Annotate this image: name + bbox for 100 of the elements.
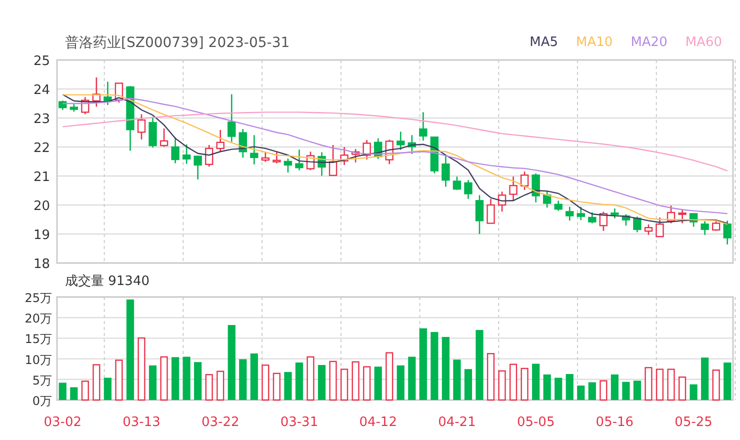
volume-bar [272, 372, 280, 401]
volume-bar [430, 332, 438, 400]
volume-bar [374, 366, 382, 400]
volume-bar [520, 368, 528, 401]
volume-bar [577, 386, 585, 400]
volume-bar [588, 382, 596, 400]
candlestick [554, 200, 562, 211]
legend-label: MA20 [630, 34, 668, 52]
candlestick [306, 152, 315, 170]
candlestick [295, 150, 304, 170]
axis-label: 5万 [32, 373, 52, 388]
volume-bar [318, 364, 326, 400]
volume-bar [464, 369, 472, 400]
volume-bar [148, 365, 157, 400]
volume-bar [92, 364, 100, 401]
volume-bar [115, 360, 123, 401]
candlestick [58, 100, 67, 110]
volume-bar [419, 328, 427, 400]
candlestick [588, 212, 596, 224]
candlestick [362, 140, 371, 160]
candlestick [318, 152, 326, 176]
axis-label: 03-02 [44, 415, 82, 430]
volume-bar [58, 382, 66, 400]
volume-bar [306, 356, 314, 401]
candlestick [644, 224, 653, 235]
volume-bar [476, 330, 484, 400]
volume-bar [363, 366, 371, 401]
volume-bar [284, 372, 292, 400]
volume-bar [205, 374, 213, 401]
axis-label: 25万 [24, 291, 52, 305]
candlestick [486, 198, 495, 224]
axis-label: 03-31 [280, 415, 318, 430]
candlestick [723, 220, 732, 244]
axis-label: 22 [33, 141, 50, 156]
candlestick [171, 137, 180, 164]
volume-bar [712, 370, 720, 401]
candlestick [137, 114, 146, 140]
volume-bar [408, 356, 416, 400]
volume-bar [622, 382, 630, 400]
volume-bar [262, 364, 270, 401]
candlestick [250, 135, 258, 164]
volume-bar [81, 380, 89, 401]
volume-bar [194, 362, 202, 400]
candlestick [408, 135, 416, 154]
volume-bar [396, 365, 404, 400]
axis-label: 05-16 [596, 415, 634, 430]
candlestick [182, 144, 191, 164]
candlestick [689, 213, 698, 227]
candlestick [666, 206, 676, 224]
volume-bar [498, 370, 506, 401]
axis-label: 05-25 [674, 415, 712, 430]
candlestick [396, 132, 405, 150]
candlestick [205, 144, 214, 167]
volume-bar [644, 367, 652, 401]
axis-label: 03-13 [122, 415, 160, 430]
volume-bar [600, 380, 608, 401]
volume-bar [239, 359, 247, 400]
volume-bar [216, 370, 224, 401]
candlestick [70, 104, 78, 112]
axis-label: 04-12 [359, 415, 397, 430]
axis-label: 18 [33, 257, 50, 270]
candlestick [261, 152, 270, 162]
volume-bar [701, 358, 709, 400]
volume-bar [250, 353, 258, 400]
candlestick [633, 216, 642, 232]
volume-bar [70, 387, 78, 400]
candlestick [340, 147, 348, 165]
candlestick [374, 138, 382, 159]
axis-label: 05-05 [516, 415, 555, 430]
candlestick [194, 156, 202, 180]
volume-bar [160, 356, 168, 401]
volume-bar [667, 368, 675, 401]
volume-bar [543, 374, 551, 400]
candlestick [610, 208, 619, 218]
volume-bar [442, 336, 450, 400]
volume-bar [295, 362, 304, 400]
axis-label: 21 [33, 170, 50, 185]
candlestick [498, 192, 506, 212]
candlestick [576, 206, 585, 220]
volume-bar [724, 362, 732, 400]
volume-bar [340, 368, 348, 401]
axis-label: 24 [33, 83, 50, 98]
volume-bar [678, 376, 686, 401]
volume-bar [329, 360, 337, 401]
candlestick [452, 176, 462, 190]
candlestick [543, 191, 552, 208]
candlestick [272, 152, 281, 164]
candlestick [351, 149, 360, 162]
legend-label: MA10 [576, 34, 613, 52]
volume-bar [486, 353, 495, 401]
candlestick [464, 180, 472, 199]
candlestick [328, 144, 338, 176]
volume-bar [690, 384, 698, 400]
volume-bar [633, 380, 642, 400]
axis-label: 15万 [24, 332, 52, 346]
volume-title: 成交量 91340 [65, 274, 150, 290]
candlestick [160, 128, 168, 147]
axis-label: 0万 [32, 394, 52, 408]
volume-bar [172, 357, 180, 400]
legend-label: MA60 [685, 34, 722, 52]
